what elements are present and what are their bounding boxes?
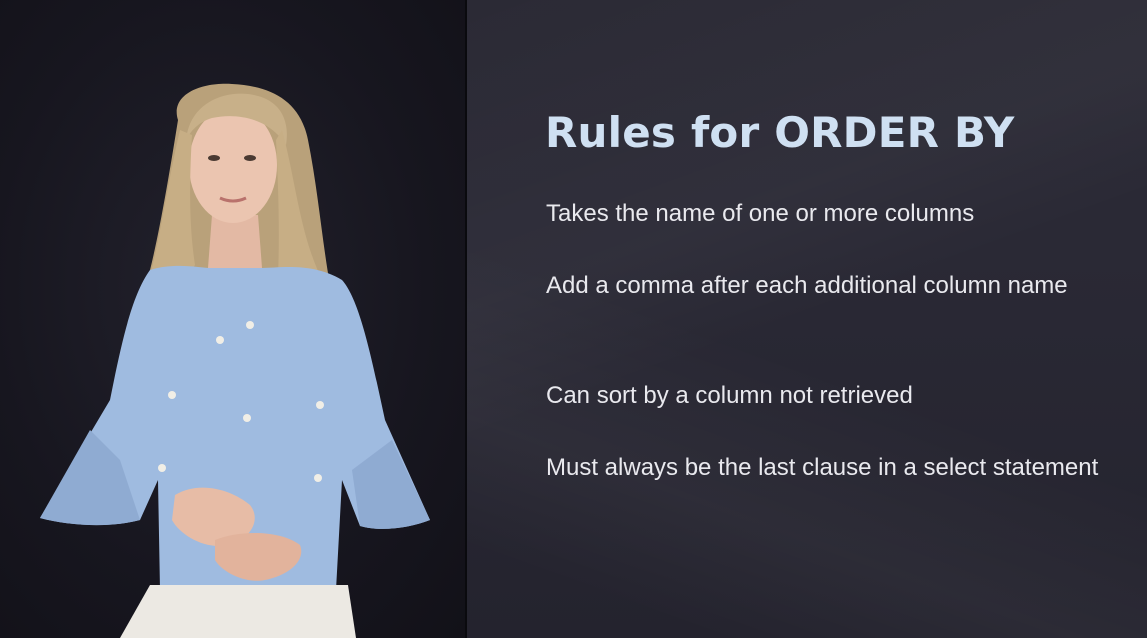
video-frame: Rules for ORDER BY Takes the name of one…: [0, 0, 1147, 638]
slide-title: Rules for ORDER BY: [545, 108, 1015, 157]
slide-bullet: Can sort by a column not retrieved: [546, 382, 913, 409]
presenter-panel: [0, 0, 465, 638]
slide-bullet: Add a comma after each additional column…: [546, 272, 1068, 299]
slide-panel: [467, 0, 1147, 638]
slide-bullet: Takes the name of one or more columns: [546, 200, 975, 227]
presenter-image: [40, 83, 430, 638]
slide-bullet: Must always be the last clause in a sele…: [546, 454, 1099, 481]
